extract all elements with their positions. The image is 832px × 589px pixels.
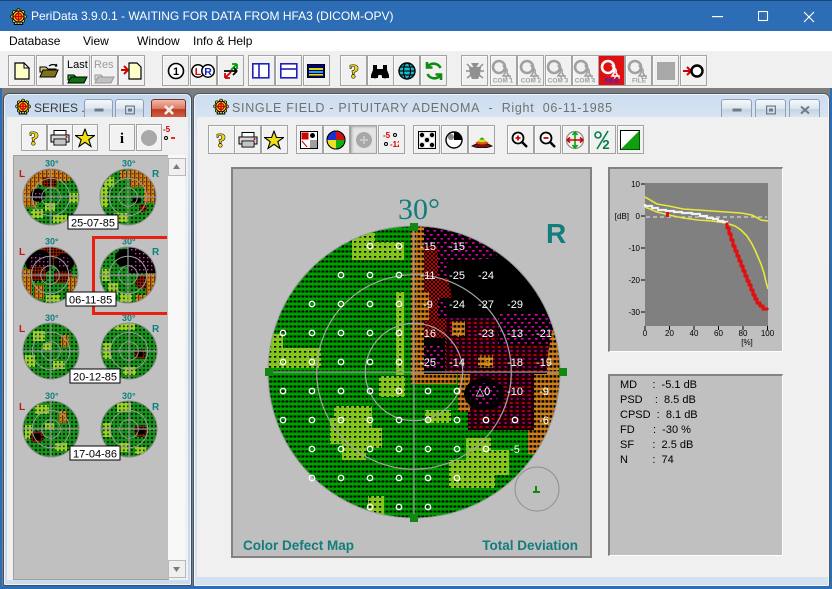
svg-text:Total Deviation: Total Deviation (482, 538, 578, 553)
svg-text:-8: -8 (481, 357, 491, 369)
svg-text:25-07-85: 25-07-85 (71, 218, 115, 230)
svg-text:COM 4: COM 4 (575, 77, 596, 83)
svg-text:L: L (19, 324, 25, 335)
svg-text:100: 100 (761, 329, 775, 338)
svg-text:i: i (120, 131, 124, 147)
svg-text:?: ? (29, 128, 39, 148)
svg-text:-23: -23 (478, 328, 494, 340)
svg-text:-5: -5 (163, 125, 171, 134)
svg-text:30°: 30° (45, 237, 59, 247)
svg-text:R: R (204, 66, 212, 78)
svg-text:30°: 30° (45, 391, 59, 401)
svg-text:-15: -15 (420, 241, 436, 253)
svg-text:[%]: [%] (741, 338, 753, 347)
svg-text:?: ? (216, 130, 226, 150)
svg-text:0: 0 (636, 212, 641, 221)
svg-text:COM 1: COM 1 (493, 77, 514, 83)
svg-text:20-12-85: 20-12-85 (73, 372, 117, 384)
svg-text:L: L (19, 402, 25, 413)
svg-text:R: R (152, 169, 160, 180)
svg-text:06-11-85: 06-11-85 (69, 295, 112, 307)
svg-text:10: 10 (631, 180, 640, 189)
svg-text:-25: -25 (420, 357, 436, 369)
svg-text:△0: △0 (476, 386, 491, 398)
svg-text:30°: 30° (398, 193, 440, 226)
svg-text:30°: 30° (45, 313, 59, 323)
svg-text:-29: -29 (507, 299, 523, 311)
svg-text:-11: -11 (420, 270, 435, 282)
svg-text:-13: -13 (507, 328, 523, 340)
svg-text:-9: -9 (539, 386, 549, 398)
svg-text:Last: Last (67, 59, 88, 71)
svg-text:20: 20 (665, 329, 674, 338)
svg-text:R: R (152, 324, 160, 335)
svg-text:-10: -10 (628, 244, 640, 253)
svg-text:-25: -25 (449, 270, 465, 282)
svg-text:-24: -24 (449, 299, 465, 311)
svg-text:FILE: FILE (631, 77, 646, 83)
svg-text:17-04-86: 17-04-86 (73, 449, 117, 461)
svg-text:L: L (19, 247, 25, 258)
svg-text:FILE: FILE (604, 77, 619, 83)
svg-text:80: 80 (739, 329, 748, 338)
svg-text:-10: -10 (507, 386, 523, 398)
svg-text:-20: -20 (628, 276, 640, 285)
svg-text:?: ? (349, 61, 359, 81)
svg-text:L: L (195, 66, 202, 78)
svg-text:R: R (152, 247, 160, 258)
svg-text:COM 2: COM 2 (520, 77, 541, 83)
svg-text:L: L (19, 169, 25, 180)
svg-text:[dB]: [dB] (615, 212, 629, 221)
svg-text:30°: 30° (122, 159, 136, 169)
svg-text:-21: -21 (536, 328, 552, 340)
svg-text:-7: -7 (452, 328, 462, 340)
svg-text:40: 40 (690, 329, 699, 338)
svg-text:-5: -5 (383, 131, 391, 140)
svg-text:-24: -24 (478, 270, 494, 282)
svg-text:-14: -14 (449, 357, 465, 369)
svg-text:-5: -5 (510, 444, 520, 456)
svg-text:-15: -15 (449, 241, 465, 253)
svg-text:0: 0 (643, 329, 648, 338)
svg-text:-9: -9 (423, 299, 433, 311)
svg-text:60: 60 (714, 329, 723, 338)
svg-text:-19: -19 (536, 357, 552, 369)
svg-text:-27: -27 (478, 299, 494, 311)
svg-text:R: R (152, 402, 160, 413)
svg-text:Color Defect Map: Color Defect Map (243, 538, 354, 553)
svg-text:1: 1 (172, 66, 178, 78)
svg-text:2: 2 (602, 137, 609, 150)
svg-text:-18: -18 (507, 357, 523, 369)
svg-text:Res: Res (94, 59, 114, 71)
svg-text:R: R (546, 218, 566, 249)
svg-text:30°: 30° (45, 159, 59, 169)
svg-text:-16: -16 (420, 328, 436, 340)
svg-text:-6: -6 (539, 415, 549, 427)
svg-text:COM 3: COM 3 (548, 77, 569, 83)
svg-text:30°: 30° (122, 391, 136, 401)
svg-text:-30: -30 (628, 308, 640, 317)
svg-text:-12: -12 (390, 140, 399, 149)
